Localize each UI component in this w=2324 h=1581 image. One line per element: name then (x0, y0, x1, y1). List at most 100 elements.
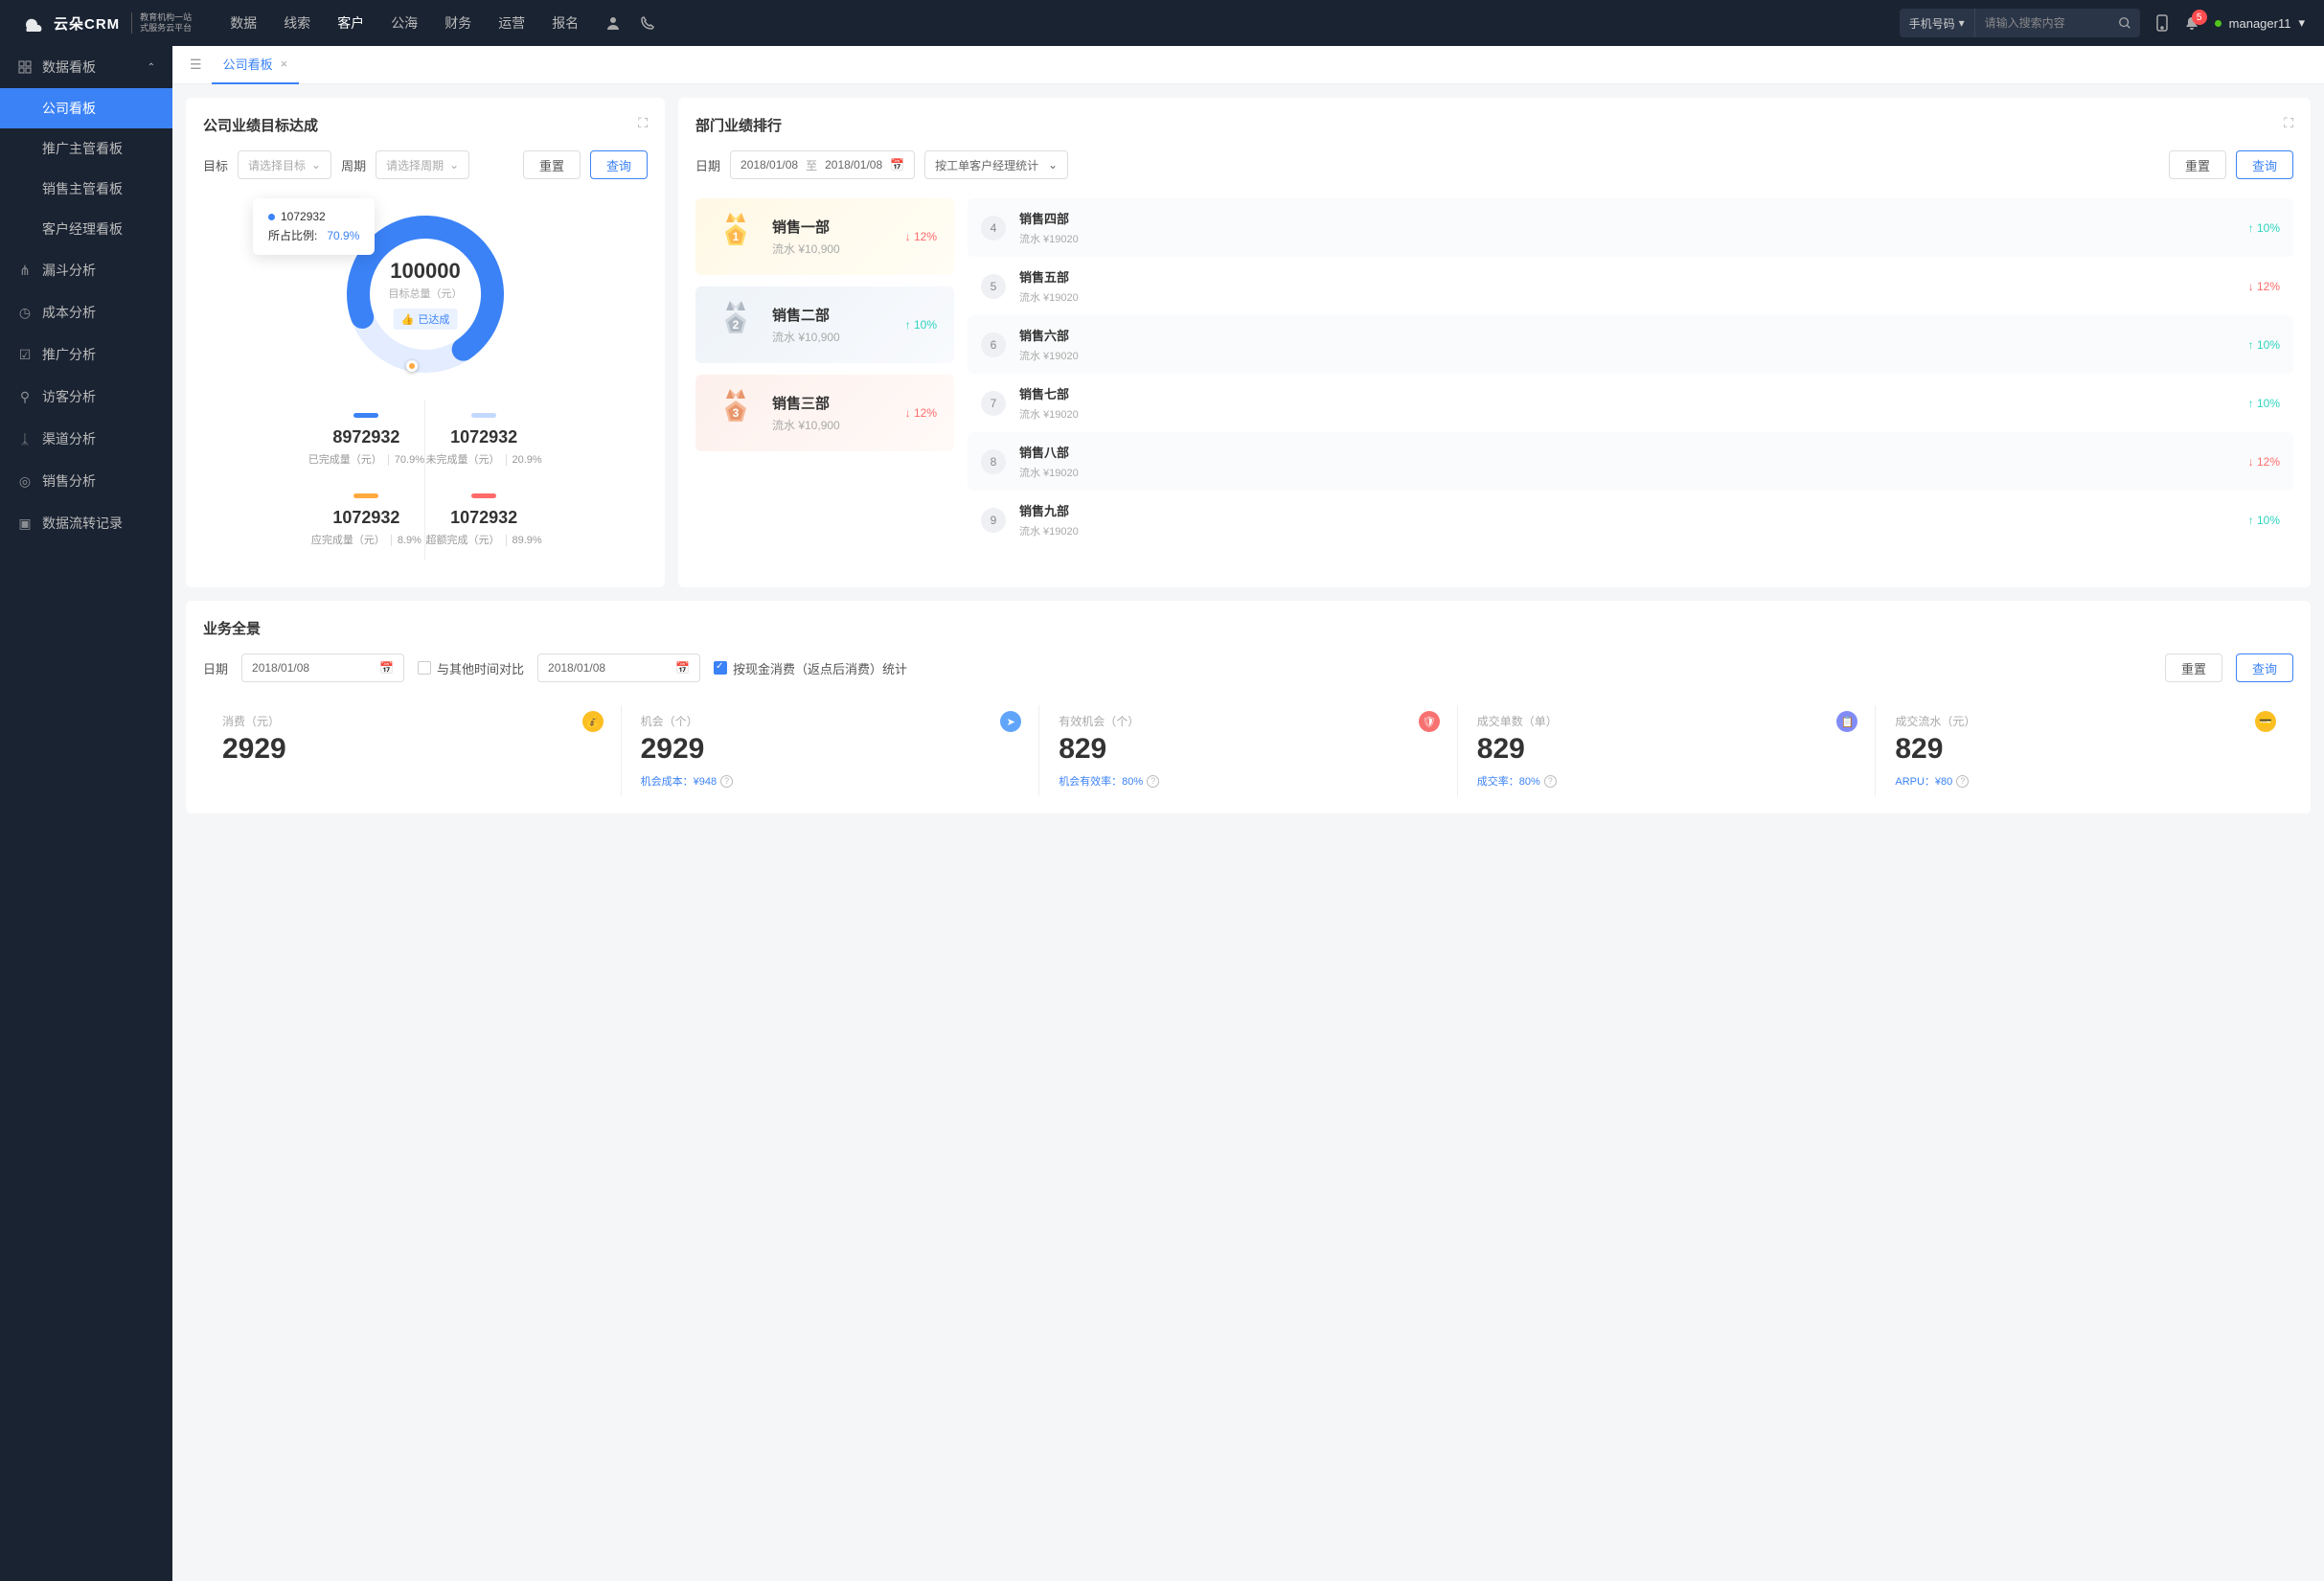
biz-metric-cell: ➤ 机会（个） 2929 机会成本：¥948 ? (621, 705, 1039, 796)
target-select[interactable]: 请选择目标⌄ (238, 150, 331, 179)
bell-icon[interactable]: 5 (2184, 15, 2199, 31)
rank-card-title: 部门业绩排行 (695, 115, 2293, 135)
sidebar-item[interactable]: ☑推广分析 (0, 333, 172, 376)
nav-item[interactable]: 线索 (284, 13, 310, 33)
thumbs-up-icon: 👍 (401, 313, 415, 326)
sidebar-item[interactable]: ⚲访客分析 (0, 376, 172, 418)
stat-cell: 8972932 已完成量（元）70.9% (308, 400, 425, 480)
compare-checkbox[interactable]: 与其他时间对比 (418, 659, 524, 677)
help-icon[interactable]: ? (1956, 775, 1969, 788)
sidebar-icon: ⋔ (17, 263, 33, 279)
device-icon[interactable] (2155, 14, 2169, 32)
sidebar-group-dashboard[interactable]: 数据看板 ⌃ (0, 46, 172, 88)
delta-indicator: ↑ 10% (2248, 221, 2280, 235)
donut-chart: 1072932 所占比例:70.9% 100000 目标总量（元） (339, 208, 512, 380)
calendar-icon: 📅 (890, 158, 904, 172)
search-type-select[interactable]: 手机号码 ▾ (1900, 9, 1975, 37)
search-input[interactable] (1975, 16, 2109, 30)
stat-cell: 1072932 超额完成（元）89.9% (425, 480, 542, 561)
sidebar-item[interactable]: ◷成本分析 (0, 291, 172, 333)
delta-indicator: ↑ 10% (2248, 514, 2280, 527)
dashboard-icon (17, 60, 33, 74)
rank-row[interactable]: 4 销售四部 流水 ¥19020 ↑ 10% (968, 198, 2293, 257)
nav-item[interactable]: 公海 (391, 13, 418, 33)
sidebar: 数据看板 ⌃ 公司看板推广主管看板销售主管看板客户经理看板 ⋔漏斗分析◷成本分析… (0, 46, 172, 1581)
goal-card: ⛶ 公司业绩目标达成 目标 请选择目标⌄ 周期 请选择周期⌄ 重置 查询 (186, 98, 665, 587)
goal-card-title: 公司业绩目标达成 (203, 115, 648, 135)
date-input-2[interactable]: 2018/01/08📅 (537, 653, 700, 682)
period-select[interactable]: 请选择周期⌄ (376, 150, 469, 179)
delta-indicator: ↓ 12% (905, 230, 937, 243)
sidebar-item[interactable]: 公司看板 (0, 88, 172, 128)
expand-icon[interactable]: ⛶ (2284, 115, 2293, 131)
main-content: ☰ 公司看板 × ⛶ 公司业绩目标达成 目标 请选择目标⌄ 周期 请选择周期⌄ (172, 46, 2324, 1581)
sidebar-icon: ⚲ (17, 389, 33, 405)
target-label: 目标 (203, 156, 228, 174)
sidebar-item[interactable]: ⋔漏斗分析 (0, 249, 172, 291)
main-nav: 数据 线索 客户 公海 财务 运营 报名 (230, 13, 579, 33)
sidebar-item[interactable]: ◎销售分析 (0, 460, 172, 502)
nav-item[interactable]: 客户 (337, 13, 364, 33)
nav-item[interactable]: 数据 (230, 13, 257, 33)
tab-menu-icon[interactable]: ☰ (180, 57, 212, 73)
query-button[interactable]: 查询 (590, 150, 648, 179)
tab-company-board[interactable]: 公司看板 × (212, 46, 300, 84)
rank-row[interactable]: 7 销售七部 流水 ¥19020 ↑ 10% (968, 374, 2293, 432)
search-button[interactable] (2109, 16, 2140, 30)
close-icon[interactable]: × (281, 57, 288, 71)
date-input-1[interactable]: 2018/01/08📅 (241, 653, 404, 682)
user-menu[interactable]: manager11 ▾ (2215, 15, 2305, 31)
sidebar-item[interactable]: 推广主管看板 (0, 128, 172, 169)
date-range-input[interactable]: 2018/01/08 至 2018/01/08 📅 (730, 150, 915, 179)
help-icon[interactable]: ? (720, 775, 733, 788)
rank-top-item[interactable]: 1 销售一部 流水 ¥10,900 ↓ 12% (695, 198, 954, 275)
metric-icon: 💰 (582, 711, 604, 732)
query-button[interactable]: 查询 (2236, 150, 2293, 179)
nav-item[interactable]: 运营 (498, 13, 525, 33)
achieved-tag: 👍 已达成 (394, 309, 458, 330)
sidebar-icon: ▣ (17, 516, 33, 532)
sidebar-item[interactable]: ᛣ渠道分析 (0, 418, 172, 460)
stat-by-select[interactable]: 按工单客户经理统计⌄ (924, 150, 1068, 179)
chart-handle-icon (406, 360, 418, 372)
sidebar-item[interactable]: ▣数据流转记录 (0, 502, 172, 544)
rank-row[interactable]: 8 销售八部 流水 ¥19020 ↓ 12% (968, 432, 2293, 491)
sidebar-icon: ᛣ (17, 431, 33, 447)
rank-row[interactable]: 9 销售九部 流水 ¥19020 ↑ 10% (968, 491, 2293, 549)
cash-checkbox[interactable]: 按现金消费（返点后消费）统计 (714, 659, 907, 677)
chevron-down-icon: ▾ (2298, 15, 2305, 31)
period-label: 周期 (341, 156, 366, 174)
sidebar-item[interactable]: 销售主管看板 (0, 169, 172, 209)
reset-button[interactable]: 重置 (523, 150, 581, 179)
date-label: 日期 (203, 659, 228, 677)
chevron-down-icon: ⌄ (311, 158, 321, 172)
help-icon[interactable]: ? (1147, 775, 1159, 788)
reset-button[interactable]: 重置 (2165, 653, 2222, 682)
biz-metric-cell: 💳 成交流水（元） 829 ARPU：¥80 ? (1875, 705, 2293, 796)
logo-text: 云朵CRM (54, 13, 120, 34)
rank-row[interactable]: 5 销售五部 流水 ¥19020 ↓ 12% (968, 257, 2293, 315)
rank-top-item[interactable]: 2 销售二部 流水 ¥10,900 ↑ 10% (695, 286, 954, 363)
rank-row[interactable]: 6 销售六部 流水 ¥19020 ↑ 10% (968, 315, 2293, 374)
metric-icon: 💳 (2255, 711, 2276, 732)
calendar-icon: 📅 (379, 661, 394, 675)
help-icon[interactable]: ? (1544, 775, 1557, 788)
delta-indicator: ↑ 10% (2248, 338, 2280, 352)
search-group: 手机号码 ▾ (1900, 9, 2140, 37)
query-button[interactable]: 查询 (2236, 653, 2293, 682)
medal-icon: 3 (713, 390, 759, 436)
chevron-down-icon: ▾ (1959, 16, 1965, 30)
delta-indicator: ↑ 10% (2248, 397, 2280, 410)
nav-item[interactable]: 报名 (552, 13, 579, 33)
date-label: 日期 (695, 156, 720, 174)
user-icon[interactable] (605, 15, 621, 31)
sidebar-item[interactable]: 客户经理看板 (0, 209, 172, 249)
reset-button[interactable]: 重置 (2169, 150, 2226, 179)
phone-icon[interactable] (640, 15, 655, 31)
rank-card: ⛶ 部门业绩排行 日期 2018/01/08 至 2018/01/08 📅 按工… (678, 98, 2311, 587)
app-header: 云朵CRM 教育机构一站式服务云平台 数据线索客户公海财务运营报名 手机号码 ▾… (0, 0, 2324, 46)
expand-icon[interactable]: ⛶ (638, 115, 648, 131)
medal-icon: 1 (713, 214, 759, 260)
nav-item[interactable]: 财务 (444, 13, 471, 33)
rank-top-item[interactable]: 3 销售三部 流水 ¥10,900 ↓ 12% (695, 375, 954, 451)
